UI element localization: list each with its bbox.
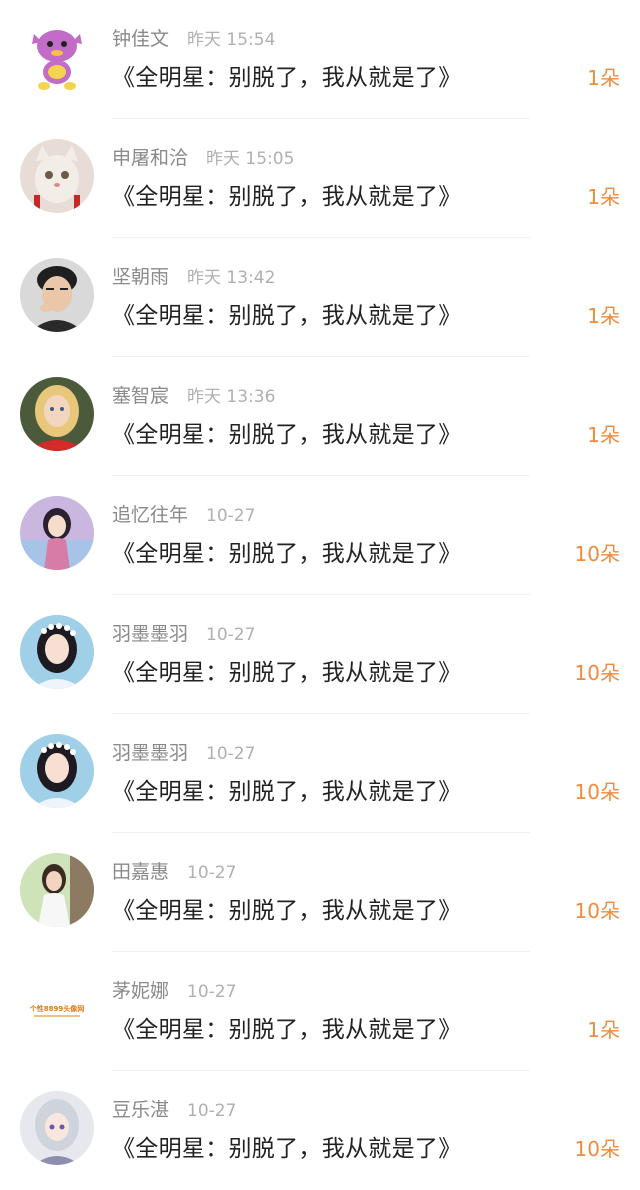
flower-count: 1朵 — [587, 185, 620, 209]
avatar[interactable] — [20, 258, 94, 332]
avatar[interactable] — [20, 20, 94, 94]
list-item[interactable]: 申屠和洽 昨天 15:05 《全明星：别脱了，我从就是了》 1朵 — [0, 119, 640, 238]
pink-creature-avatar-icon — [20, 20, 94, 94]
list-item[interactable]: 豆乐湛 10-27 《全明星：别脱了，我从就是了》 10朵 — [0, 1071, 640, 1190]
user-name-row: 追忆往年 10-27 — [112, 500, 255, 527]
user-name[interactable]: 塞智宸 — [112, 385, 169, 407]
cat-avatar-icon — [20, 139, 94, 213]
gift-list: 钟佳文 昨天 15:54 《全明星：别脱了，我从就是了》 1朵 申屠和洽 昨天 15… — [0, 0, 640, 1173]
book-title[interactable]: 《全明星：别脱了，我从就是了》 — [112, 58, 462, 92]
book-title[interactable]: 《全明星：别脱了，我从就是了》 — [112, 415, 462, 449]
flower-count: 10朵 — [574, 1137, 620, 1161]
user-name-row: 田嘉惠 10-27 — [112, 857, 236, 884]
user-name-row: 羽墨墨羽 10-27 — [112, 738, 255, 765]
avatar[interactable] — [20, 496, 94, 570]
list-item[interactable]: 羽墨墨羽 10-27 《全明星：别脱了，我从就是了》 10朵 — [0, 595, 640, 714]
book-title[interactable]: 《全明星：别脱了，我从就是了》 — [112, 891, 462, 925]
flower-count: 10朵 — [574, 542, 620, 566]
book-title[interactable]: 《全明星：别脱了，我从就是了》 — [112, 177, 462, 211]
flower-count: 1朵 — [587, 1018, 620, 1042]
book-title[interactable]: 《全明星：别脱了，我从就是了》 — [112, 653, 462, 687]
anime-girl-avatar-icon — [20, 496, 94, 570]
list-item[interactable]: 田嘉惠 10-27 《全明星：别脱了，我从就是了》 10朵 — [0, 833, 640, 952]
timestamp: 昨天 13:36 — [187, 387, 276, 407]
list-item[interactable]: 羽墨墨羽 10-27 《全明星：别脱了，我从就是了》 10朵 — [0, 714, 640, 833]
flower-count: 10朵 — [574, 661, 620, 685]
timestamp: 昨天 15:54 — [187, 30, 276, 50]
flower-count: 1朵 — [587, 423, 620, 447]
book-title[interactable]: 《全明星：别脱了，我从就是了》 — [112, 772, 462, 806]
woman-outdoor-avatar-icon — [20, 853, 94, 927]
user-name[interactable]: 钟佳文 — [112, 28, 169, 50]
user-name[interactable]: 茅妮娜 — [112, 980, 169, 1002]
user-name[interactable]: 追忆往年 — [112, 504, 188, 526]
user-name-row: 羽墨墨羽 10-27 — [112, 619, 255, 646]
list-item[interactable]: 个性8899头像网 茅妮娜 10-27 《全明星：别脱了，我从就是了》 1朵 — [0, 952, 640, 1071]
avatar[interactable] — [20, 615, 94, 689]
avatar[interactable]: 个性8899头像网 — [20, 972, 94, 1046]
timestamp: 昨天 13:42 — [187, 268, 276, 288]
book-title[interactable]: 《全明星：别脱了，我从就是了》 — [112, 296, 462, 330]
user-name[interactable]: 坚朝雨 — [112, 266, 169, 288]
avatar[interactable] — [20, 1091, 94, 1165]
timestamp: 10-27 — [187, 982, 237, 1002]
girl-avatar-icon — [20, 377, 94, 451]
flower-count: 10朵 — [574, 780, 620, 804]
timestamp: 10-27 — [187, 1101, 237, 1121]
timestamp: 10-27 — [187, 863, 237, 883]
user-name-row: 茅妮娜 10-27 — [112, 976, 236, 1003]
logo-avatar-icon: 个性8899头像网 — [20, 972, 94, 1046]
man-avatar-icon — [20, 258, 94, 332]
avatar-logo-text: 个性8899头像网 — [29, 1004, 84, 1013]
flower-count: 10朵 — [574, 899, 620, 923]
list-item[interactable]: 钟佳文 昨天 15:54 《全明星：别脱了，我从就是了》 1朵 — [0, 0, 640, 119]
flower-crown-girl-avatar-icon — [20, 615, 94, 689]
list-item[interactable]: 坚朝雨 昨天 13:42 《全明星：别脱了，我从就是了》 1朵 — [0, 238, 640, 357]
user-name[interactable]: 羽墨墨羽 — [112, 623, 188, 645]
avatar[interactable] — [20, 734, 94, 808]
flower-count: 1朵 — [587, 66, 620, 90]
book-title[interactable]: 《全明星：别脱了，我从就是了》 — [112, 1010, 462, 1044]
avatar[interactable] — [20, 853, 94, 927]
timestamp: 10-27 — [206, 744, 256, 764]
flower-crown-girl-avatar-icon — [20, 734, 94, 808]
timestamp: 10-27 — [206, 506, 256, 526]
book-title[interactable]: 《全明星：别脱了，我从就是了》 — [112, 534, 462, 568]
user-name-row: 塞智宸 昨天 13:36 — [112, 381, 275, 408]
user-name-row: 坚朝雨 昨天 13:42 — [112, 262, 275, 289]
avatar[interactable] — [20, 139, 94, 213]
user-name-row: 钟佳文 昨天 15:54 — [112, 24, 275, 51]
user-name[interactable]: 豆乐湛 — [112, 1099, 169, 1121]
list-item[interactable]: 追忆往年 10-27 《全明星：别脱了，我从就是了》 10朵 — [0, 476, 640, 595]
book-title[interactable]: 《全明星：别脱了，我从就是了》 — [112, 1129, 462, 1163]
timestamp: 10-27 — [206, 625, 256, 645]
user-name[interactable]: 田嘉惠 — [112, 861, 169, 883]
user-name[interactable]: 申屠和洽 — [112, 147, 188, 169]
list-item[interactable]: 塞智宸 昨天 13:36 《全明星：别脱了，我从就是了》 1朵 — [0, 357, 640, 476]
flower-count: 1朵 — [587, 304, 620, 328]
timestamp: 昨天 15:05 — [206, 149, 295, 169]
user-name-row: 豆乐湛 10-27 — [112, 1095, 236, 1122]
user-name-row: 申屠和洽 昨天 15:05 — [112, 143, 294, 170]
anime-silver-hair-avatar-icon — [20, 1091, 94, 1165]
user-name[interactable]: 羽墨墨羽 — [112, 742, 188, 764]
avatar[interactable] — [20, 377, 94, 451]
